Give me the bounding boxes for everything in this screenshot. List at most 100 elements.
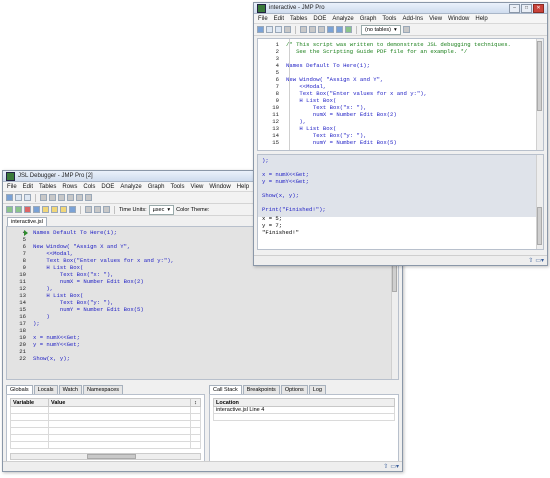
table-select[interactable]: (no tables) ▾ xyxy=(361,24,401,35)
stop-icon[interactable] xyxy=(24,206,31,213)
help-icon[interactable] xyxy=(85,194,92,201)
layout-icon[interactable] xyxy=(336,26,343,33)
menu-window[interactable]: Window xyxy=(209,184,230,190)
sort-icon[interactable]: ↕ xyxy=(190,398,201,407)
profiler-icon[interactable] xyxy=(69,206,76,213)
variables-hscrollbar[interactable] xyxy=(10,453,201,460)
code-text: Text Box("Enter values for x and y:"), xyxy=(33,257,174,264)
code-text: ); xyxy=(262,157,269,164)
line-number: 22 xyxy=(19,355,26,362)
variables-table[interactable]: Variable Value ↕ xyxy=(10,398,201,449)
panel-menu-icon[interactable]: ▭▾ xyxy=(390,463,399,470)
code-line: 20 y = numY<<Get; xyxy=(7,341,398,348)
menu-cols[interactable]: Cols xyxy=(83,184,95,190)
menu-analyze[interactable]: Analyze xyxy=(120,184,141,190)
cut-icon[interactable] xyxy=(40,194,47,201)
open-icon[interactable] xyxy=(15,194,22,201)
menu-tables[interactable]: Tables xyxy=(290,16,307,22)
table-row xyxy=(10,406,201,414)
tab-options[interactable]: Options xyxy=(280,385,308,394)
menu-doe[interactable]: DOE xyxy=(313,16,326,22)
code-line: 12 ), xyxy=(7,285,398,292)
copy-icon[interactable] xyxy=(309,26,316,33)
menu-help[interactable]: Help xyxy=(237,184,249,190)
tab-locals[interactable]: Locals xyxy=(33,385,58,394)
run-script-icon[interactable] xyxy=(345,26,352,33)
script-editor[interactable]: 1 /* This script was written to demonstra… xyxy=(257,38,544,151)
new-table-icon[interactable] xyxy=(257,26,264,33)
code-line: 14 Text Box("y: "), xyxy=(258,132,543,139)
variable-column-header[interactable]: Variable xyxy=(10,398,49,407)
menu-graph[interactable]: Graph xyxy=(360,16,377,22)
redo-icon[interactable] xyxy=(76,194,83,201)
code-text: ); xyxy=(33,320,40,327)
code-line: x = 5; xyxy=(262,215,543,222)
menu-doe[interactable]: DOE xyxy=(101,184,114,190)
location-column-header[interactable]: Location xyxy=(213,398,395,407)
menu-rows[interactable]: Rows xyxy=(62,184,77,190)
menu-tools[interactable]: Tools xyxy=(170,184,184,190)
new-table-icon[interactable] xyxy=(6,194,13,201)
breakpoint-icon[interactable] xyxy=(85,206,92,213)
menu-file[interactable]: File xyxy=(258,16,268,22)
cut-icon[interactable] xyxy=(300,26,307,33)
code-text: Text Box("Enter values for x and y:"), xyxy=(286,90,427,97)
menu-view[interactable]: View xyxy=(190,184,203,190)
journal-icon[interactable] xyxy=(327,26,334,33)
callstack-table[interactable]: Location interactive.jsl Line 4 xyxy=(213,398,395,421)
restart-icon[interactable] xyxy=(33,206,40,213)
menu-edit[interactable]: Edit xyxy=(23,184,33,190)
time-units-value: µsec xyxy=(152,206,165,213)
code-line: 14 Text Box("y: "), xyxy=(7,299,398,306)
menu-file[interactable]: File xyxy=(7,184,17,190)
script-log[interactable]: ); x = numX<<Get; y = numY<<Get; Show(x, y)… xyxy=(257,154,544,250)
value-column-header[interactable]: Value xyxy=(48,398,191,407)
table-row[interactable]: interactive.jsl Line 4 xyxy=(213,406,395,414)
minimize-button[interactable]: – xyxy=(509,3,520,13)
menu-tables[interactable]: Tables xyxy=(39,184,56,190)
code-text: See the Scripting Guide PDF file for an … xyxy=(286,48,468,55)
menu-add-ins[interactable]: Add-Ins xyxy=(402,16,423,22)
paste-icon[interactable] xyxy=(58,194,65,201)
log-scrollbar[interactable] xyxy=(536,155,543,249)
step-out-icon[interactable] xyxy=(60,206,67,213)
run-without-breakpoints-icon[interactable] xyxy=(15,206,22,213)
menu-view[interactable]: View xyxy=(429,16,442,22)
menu-graph[interactable]: Graph xyxy=(148,184,165,190)
menu-analyze[interactable]: Analyze xyxy=(332,16,353,22)
save-icon[interactable] xyxy=(24,194,31,201)
zoom-icon[interactable] xyxy=(103,206,110,213)
tab-namespaces[interactable]: Namespaces xyxy=(82,385,124,394)
menu-window[interactable]: Window xyxy=(448,16,469,22)
code-line: 11 numX = Number Edit Box(2) xyxy=(7,278,398,285)
tab-globals[interactable]: Globals xyxy=(6,385,33,394)
tab-call-stack[interactable]: Call Stack xyxy=(209,385,242,394)
up-arrow-icon[interactable]: ⇧ xyxy=(528,257,533,264)
undo-icon[interactable] xyxy=(67,194,74,201)
run-icon[interactable] xyxy=(6,206,13,213)
step-over-icon[interactable] xyxy=(42,206,49,213)
clear-breakpoints-icon[interactable] xyxy=(94,206,101,213)
script-titlebar[interactable]: interactive - JMP Pro – □ ✕ xyxy=(254,3,547,14)
print-icon[interactable] xyxy=(284,26,291,33)
close-button[interactable]: ✕ xyxy=(533,3,544,13)
open-icon[interactable] xyxy=(266,26,273,33)
maximize-button[interactable]: □ xyxy=(521,3,532,13)
copy-icon[interactable] xyxy=(49,194,56,201)
menu-tools[interactable]: Tools xyxy=(382,16,396,22)
save-icon[interactable] xyxy=(275,26,282,33)
time-units-select[interactable]: µsec ▾ xyxy=(148,204,175,215)
up-arrow-icon[interactable]: ⇧ xyxy=(383,463,388,470)
help-icon[interactable] xyxy=(402,26,410,33)
tab-interactive-jsl[interactable]: interactive.jsl xyxy=(7,217,47,226)
tab-watch[interactable]: Watch xyxy=(58,385,82,394)
menu-edit[interactable]: Edit xyxy=(274,16,284,22)
code-text: x = numX<<Get; xyxy=(262,171,309,178)
panel-menu-icon[interactable]: ▭▾ xyxy=(535,257,544,264)
step-into-icon[interactable] xyxy=(51,206,58,213)
tab-breakpoints[interactable]: Breakpoints xyxy=(242,385,280,394)
paste-icon[interactable] xyxy=(318,26,325,33)
script-editor-scrollbar[interactable] xyxy=(536,39,543,150)
menu-help[interactable]: Help xyxy=(475,16,487,22)
tab-log[interactable]: Log xyxy=(308,385,326,394)
